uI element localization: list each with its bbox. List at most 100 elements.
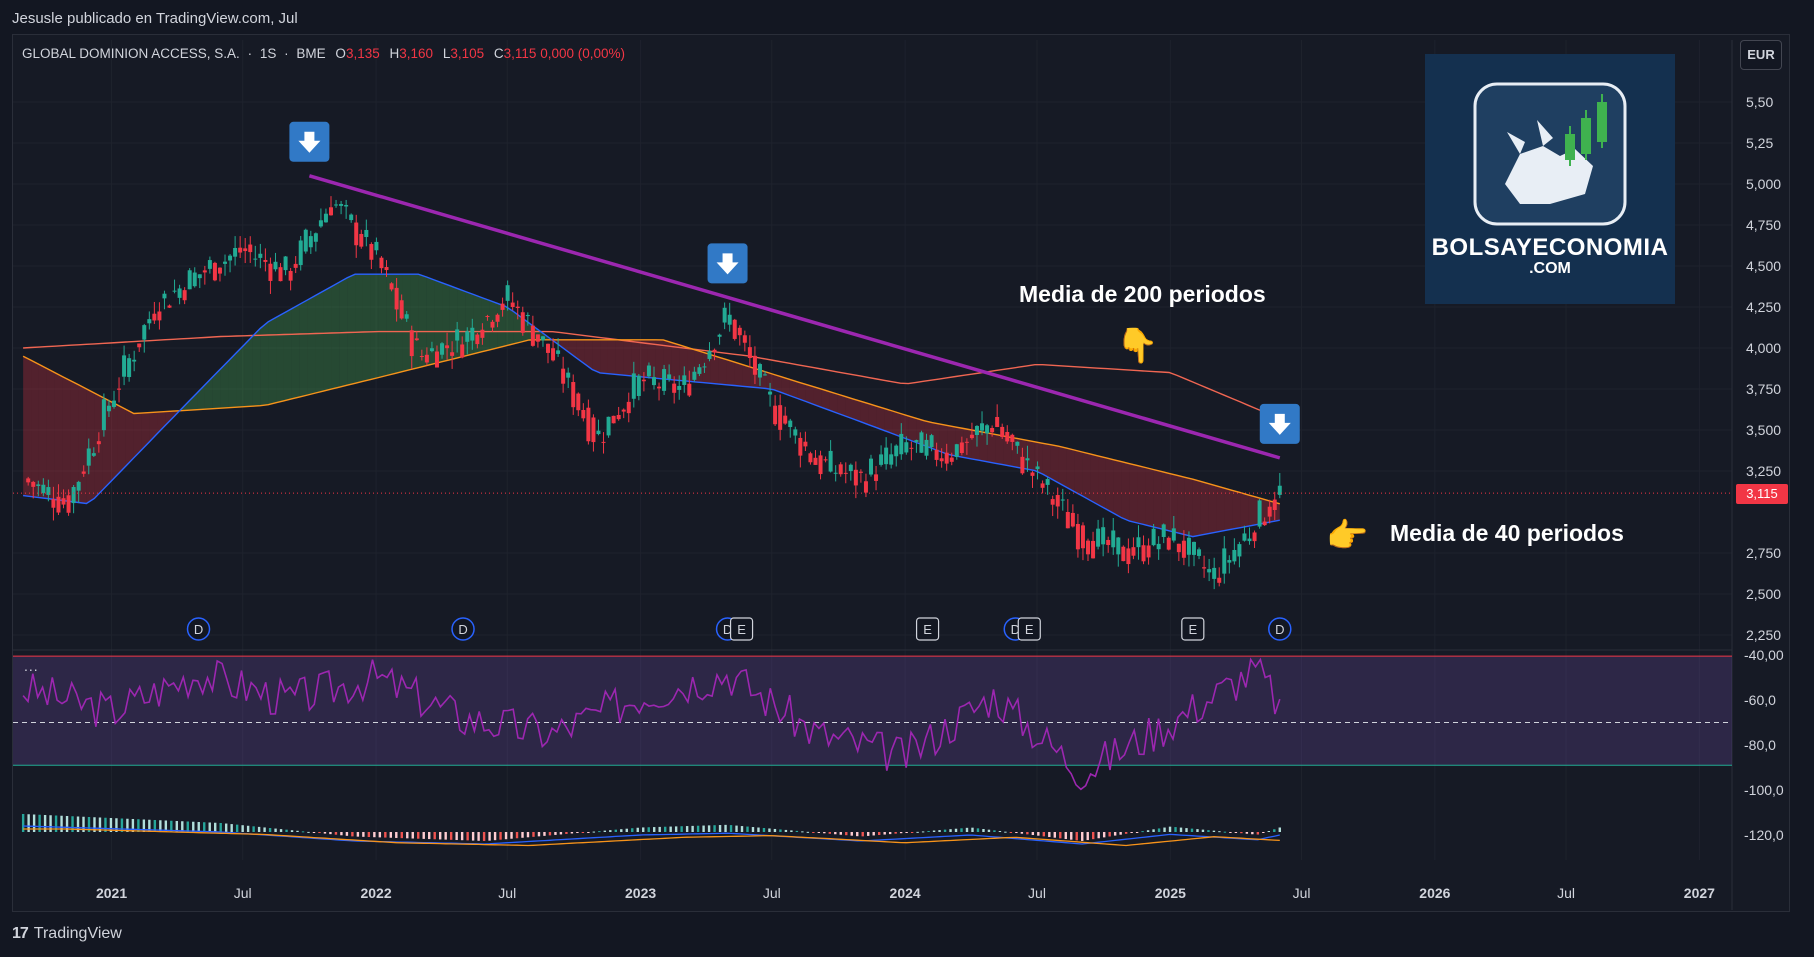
ma-cloud — [1208, 483, 1217, 534]
candle-up — [36, 484, 41, 486]
candle-down — [909, 447, 914, 449]
histogram-bar — [625, 828, 628, 832]
histogram-bar — [685, 826, 689, 832]
histogram-bar — [1042, 832, 1046, 837]
candle-up — [374, 241, 379, 251]
histogram-bar — [395, 832, 398, 838]
histogram-bar — [707, 825, 711, 832]
symbol-legend[interactable]: GLOBAL DOMINION ACCESS, S.A. · 1S · BME … — [22, 46, 625, 61]
candle-down — [424, 354, 429, 363]
candle-up — [313, 233, 318, 242]
candle-down — [1126, 548, 1131, 565]
indicator-menu[interactable]: ... — [24, 658, 39, 674]
histogram-bar — [620, 829, 623, 832]
histogram-bar — [131, 818, 135, 832]
ma-cloud — [378, 274, 387, 378]
histogram-bar — [1240, 832, 1243, 834]
candle-down — [747, 347, 752, 359]
candle-up — [899, 433, 904, 455]
histogram-bar — [1229, 832, 1232, 833]
candle-up — [768, 391, 773, 395]
candle-up — [1096, 528, 1101, 547]
histogram-bar — [1081, 832, 1084, 841]
candle-up — [1191, 541, 1196, 555]
close-label: C — [493, 46, 504, 61]
ma-cloud — [1161, 471, 1170, 531]
candle-up — [596, 430, 601, 435]
histogram-bar — [751, 827, 755, 832]
histogram-bar — [526, 832, 530, 838]
candle-down — [1252, 532, 1257, 542]
candle-up — [556, 350, 561, 354]
histogram-bar — [488, 832, 491, 841]
histogram-bar — [680, 826, 683, 832]
ma-cloud — [1184, 477, 1193, 537]
histogram-bar — [1059, 832, 1062, 839]
histogram-bar — [1207, 830, 1210, 832]
histogram-bar — [1108, 832, 1111, 837]
ma-cloud — [370, 274, 379, 380]
histogram-bar — [971, 827, 974, 832]
histogram-bar — [384, 832, 387, 838]
ma-cloud — [315, 290, 324, 394]
candle-up — [1186, 537, 1191, 555]
candle-down — [1000, 426, 1005, 438]
candle-up — [303, 229, 308, 252]
candle-down — [1040, 483, 1045, 488]
histogram-bar — [1262, 832, 1265, 833]
currency-button[interactable]: EUR — [1740, 40, 1782, 70]
candle-up — [253, 258, 258, 260]
histogram-bar — [779, 829, 782, 832]
candle-down — [217, 267, 222, 274]
histogram-bar — [493, 832, 497, 841]
x-tick-label: Jul — [234, 885, 252, 901]
event-badge-label: D — [194, 622, 203, 637]
tradingview-logo[interactable]: 17 TradingView — [12, 925, 122, 943]
candle-up — [111, 400, 116, 407]
histogram-bar — [828, 832, 832, 834]
ma-cloud — [189, 392, 198, 411]
histogram-bar — [806, 831, 810, 833]
histogram-bar — [762, 827, 766, 832]
ma-cloud — [639, 339, 648, 378]
histogram-bar — [559, 832, 563, 835]
candle-up — [470, 327, 475, 341]
ma-cloud — [853, 398, 861, 422]
candle-down — [576, 393, 581, 411]
candle-up — [334, 204, 339, 206]
histogram-bar — [329, 832, 332, 835]
candle-up — [727, 314, 732, 325]
ma40-annotation: Media de 40 periodos — [1390, 520, 1624, 546]
candle-down — [959, 442, 964, 454]
candle-down — [1055, 495, 1060, 507]
ma-cloud — [829, 391, 838, 414]
histogram-bar — [422, 832, 425, 839]
histogram-bar — [905, 832, 908, 833]
candle-down — [1070, 512, 1075, 527]
histogram-bar — [1135, 832, 1139, 833]
candle-up — [127, 358, 132, 378]
histogram-bar — [224, 823, 228, 832]
histogram-bar — [965, 827, 969, 832]
ma-cloud — [615, 339, 624, 376]
histogram-bar — [1102, 832, 1106, 838]
candle-up — [1136, 537, 1141, 548]
histogram-bar — [126, 818, 129, 832]
candle-up — [692, 371, 697, 380]
candle-down — [969, 434, 974, 439]
histogram-bar — [192, 821, 195, 832]
histogram-bar — [389, 832, 393, 838]
candle-up — [1222, 548, 1227, 574]
histogram-bar — [1157, 828, 1161, 832]
histogram-bar — [356, 832, 360, 837]
candle-up — [318, 220, 323, 227]
histogram-bar — [1245, 832, 1249, 834]
candle-down — [621, 409, 626, 412]
symbol-name[interactable]: GLOBAL DOMINION ACCESS, S.A. — [22, 46, 240, 61]
logo-wordmark: BOLSAYECONOMIA — [1431, 234, 1669, 261]
histogram-bar — [993, 830, 996, 832]
ma40-pointer-icon: 👉 — [1326, 517, 1369, 555]
candle-up — [697, 367, 702, 374]
x-tick-label: 2027 — [1684, 885, 1715, 901]
ma-cloud — [1090, 453, 1099, 505]
